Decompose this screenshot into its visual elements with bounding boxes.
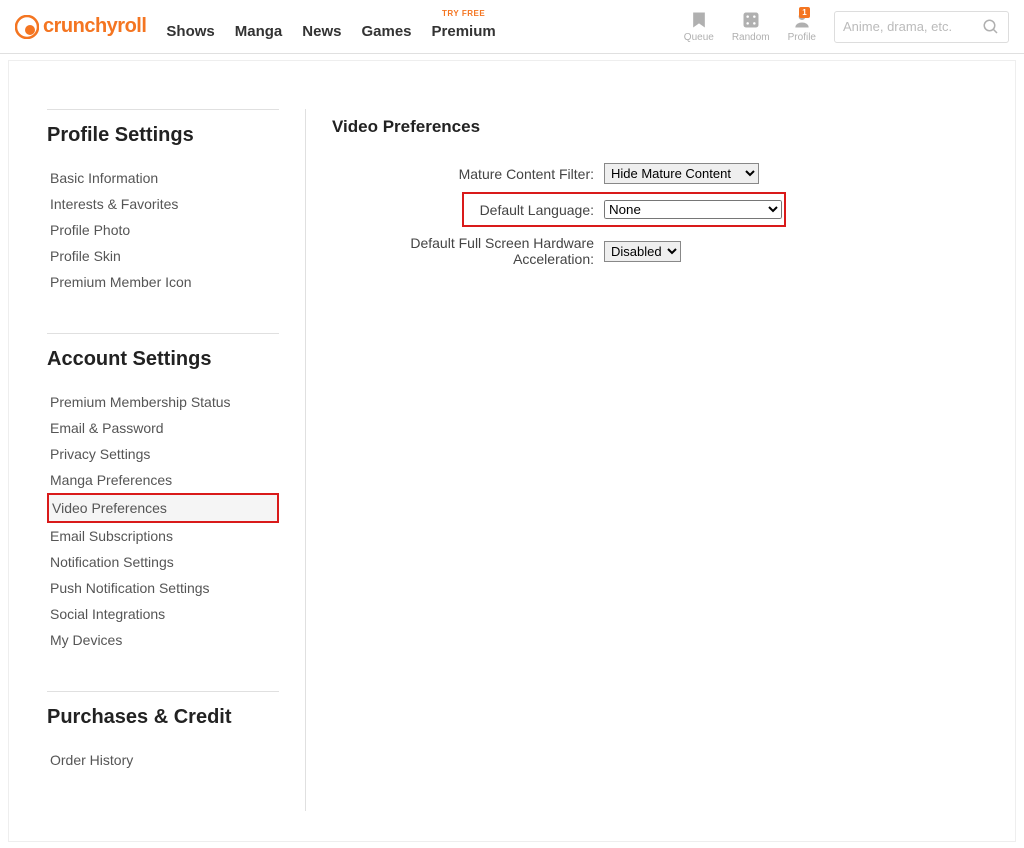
nav-shows[interactable]: Shows — [166, 13, 214, 40]
label-mature-filter: Mature Content Filter: — [332, 166, 594, 182]
section-title-account: Account Settings — [47, 348, 279, 371]
try-free-badge: TRY FREE — [442, 9, 485, 18]
sidebar-item-video-preferences[interactable]: Video Preferences — [47, 493, 279, 523]
sidebar-item-social-integrations[interactable]: Social Integrations — [47, 601, 279, 627]
sidebar-item-push-notification-settings[interactable]: Push Notification Settings — [47, 575, 279, 601]
queue-button[interactable]: Queue — [684, 10, 714, 43]
select-hw-accel[interactable]: Disabled — [604, 241, 681, 262]
main-panel: Video Preferences Mature Content Filter:… — [305, 109, 991, 811]
logo-text: crunchyroll — [43, 15, 146, 38]
sidebar-item-notification-settings[interactable]: Notification Settings — [47, 549, 279, 575]
sidebar-item-email-password[interactable]: Email & Password — [47, 415, 279, 441]
sidebar-item-email-subscriptions[interactable]: Email Subscriptions — [47, 523, 279, 549]
sidebar-item-basic-information[interactable]: Basic Information — [47, 165, 279, 191]
row-default-language-highlighted: Default Language: None — [462, 192, 786, 227]
sidebar-item-my-devices[interactable]: My Devices — [47, 627, 279, 653]
page-title: Video Preferences — [332, 117, 991, 137]
sidebar-item-interests-favorites[interactable]: Interests & Favorites — [47, 191, 279, 217]
section-title-purchases: Purchases & Credit — [47, 706, 279, 729]
nav-premium[interactable]: TRY FREE Premium — [432, 13, 496, 40]
divider — [47, 333, 279, 334]
sidebar-list-purchases: Order History — [47, 747, 279, 773]
search-icon — [982, 18, 1000, 36]
nav-right: Queue Random 1 Profile — [684, 10, 1009, 43]
logo[interactable]: crunchyroll — [15, 15, 146, 39]
divider — [47, 691, 279, 692]
sidebar-item-profile-skin[interactable]: Profile Skin — [47, 243, 279, 269]
section-title-profile: Profile Settings — [47, 124, 279, 147]
divider — [47, 109, 279, 110]
label-hw-accel: Default Full Screen Hardware Acceleratio… — [332, 235, 594, 267]
label-default-language: Default Language: — [464, 202, 594, 218]
sidebar-item-profile-photo[interactable]: Profile Photo — [47, 217, 279, 243]
search-box[interactable] — [834, 11, 1009, 43]
logo-icon — [15, 15, 39, 39]
nav-manga[interactable]: Manga — [235, 13, 283, 40]
select-mature-filter[interactable]: Hide Mature Content — [604, 163, 759, 184]
sidebar-item-manga-preferences[interactable]: Manga Preferences — [47, 467, 279, 493]
bookmark-icon — [689, 10, 709, 30]
content-box: Profile Settings Basic Information Inter… — [8, 60, 1016, 842]
profile-badge: 1 — [799, 7, 810, 18]
page-wrap: Profile Settings Basic Information Inter… — [2, 54, 1022, 848]
row-hw-accel: Default Full Screen Hardware Acceleratio… — [332, 235, 991, 267]
nav-news[interactable]: News — [302, 13, 341, 40]
search-input[interactable] — [843, 19, 982, 34]
top-nav: crunchyroll Shows Manga News Games TRY F… — [0, 0, 1024, 54]
dice-icon — [741, 10, 761, 30]
sidebar-item-privacy-settings[interactable]: Privacy Settings — [47, 441, 279, 467]
sidebar-list-profile: Basic Information Interests & Favorites … — [47, 165, 279, 295]
sidebar-item-order-history[interactable]: Order History — [47, 747, 279, 773]
profile-button[interactable]: 1 Profile — [788, 10, 816, 43]
nav-games[interactable]: Games — [361, 13, 411, 40]
row-mature-filter: Mature Content Filter: Hide Mature Conte… — [332, 163, 991, 184]
sidebar-item-premium-member-icon[interactable]: Premium Member Icon — [47, 269, 279, 295]
random-button[interactable]: Random — [732, 10, 770, 43]
sidebar: Profile Settings Basic Information Inter… — [47, 109, 279, 811]
sidebar-item-premium-membership-status[interactable]: Premium Membership Status — [47, 389, 279, 415]
sidebar-list-account: Premium Membership Status Email & Passwo… — [47, 389, 279, 653]
select-default-language[interactable]: None — [604, 200, 782, 219]
nav-links: Shows Manga News Games TRY FREE Premium — [166, 13, 495, 40]
